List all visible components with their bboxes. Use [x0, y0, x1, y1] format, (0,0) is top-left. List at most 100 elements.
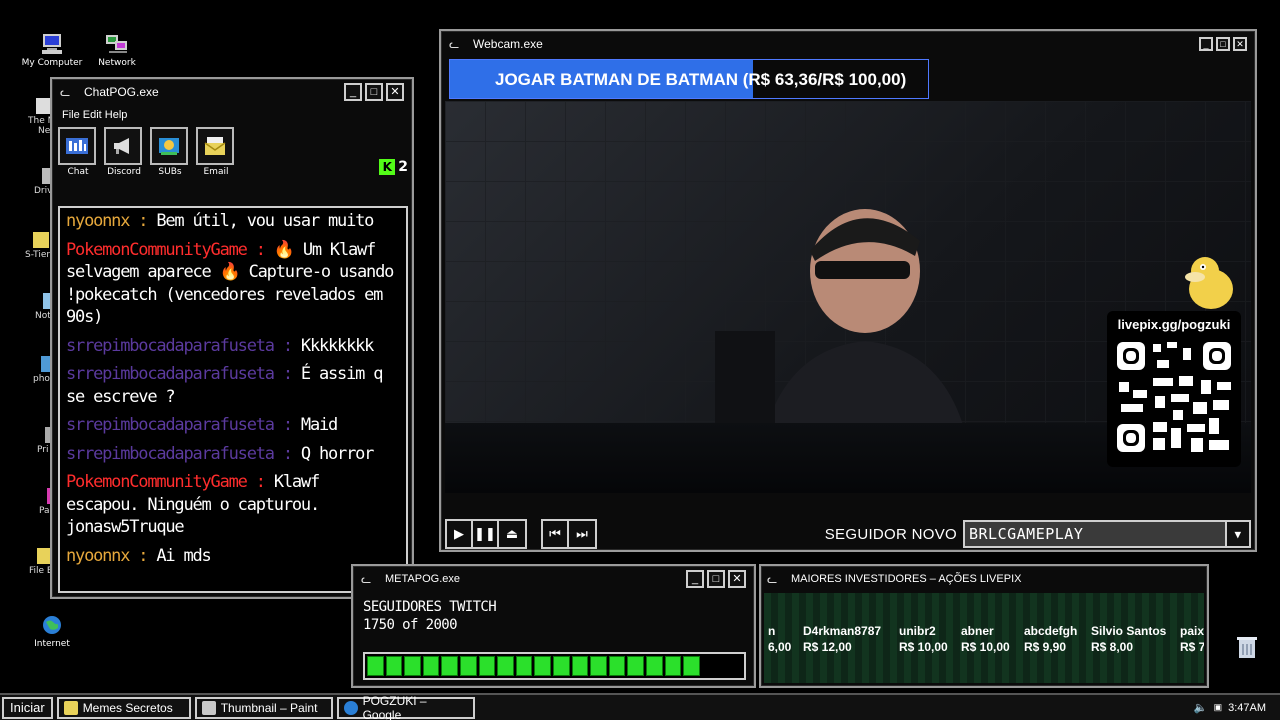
investor-entry: Silvio Santos R$ 8,00: [1091, 624, 1167, 654]
progress-segment: [683, 656, 700, 676]
desktop-icon-internet[interactable]: Internet: [17, 614, 87, 649]
chat-window[interactable]: ᓚ ChatPOG.exe _ □ ✕ File Edit Help Chat …: [50, 77, 414, 599]
chat-message: srrepimbocadaparafuseta : É assim q se e…: [66, 364, 383, 407]
minimize-button[interactable]: _: [1199, 37, 1213, 51]
new-follower-label: SEGUIDOR NOVO: [824, 525, 957, 543]
start-button[interactable]: Iniciar: [2, 696, 53, 719]
followers-goal-count: 1750 of 2000: [363, 617, 458, 633]
network-tray-icon[interactable]: ▣: [1214, 702, 1223, 713]
progress-segment: [385, 656, 403, 676]
meta-titlebar[interactable]: ᓚ METAPOG.exe _ □ ✕: [353, 566, 754, 592]
email-icon: [196, 127, 234, 165]
progress-segment: [441, 656, 458, 676]
media-controls: ▶ ❚❚ ⏏ ⏮ ⏭ SEGUIDOR NOVO BRLCGAMEPLAY ▼: [445, 518, 1251, 550]
chat-message: PokemonCommunityGame : Klawf escapou. Ni…: [66, 472, 320, 537]
discord-tool-button[interactable]: Discord: [104, 127, 144, 181]
followers-progress-bar: [363, 652, 746, 680]
chat-message: srrepimbocadaparafuseta : Q horror: [66, 443, 374, 464]
desktop-icon-label: My Computer: [21, 58, 83, 68]
maximize-button[interactable]: □: [707, 570, 725, 588]
chat-username: nyoonnx: [66, 211, 130, 231]
investor-entry: unibr2 R$ 10,00: [899, 624, 948, 654]
chat-text: Q horror: [300, 443, 374, 464]
investors-window[interactable]: ᓚ MAIORES INVESTIDORES – AÇÕES LIVEPIX n…: [759, 564, 1209, 688]
desktop-icon-label: Network: [98, 58, 136, 68]
menu-bar[interactable]: File Edit Help: [52, 105, 412, 125]
paint-icon: [201, 700, 216, 715]
maximize-button[interactable]: □: [365, 83, 383, 101]
chat-text: Bem útil, vou usar muito: [156, 211, 374, 231]
chat-message: srrepimbocadaparafuseta : Maid: [66, 415, 338, 435]
window-title: MAIORES INVESTIDORES – AÇÕES LIVEPIX: [791, 573, 1022, 585]
chat-text: Kkkkkkkk: [300, 335, 374, 356]
chat-titlebar[interactable]: ᓚ ChatPOG.exe _ □ ✕: [52, 79, 412, 105]
webcam-window[interactable]: ᓚ Webcam.exe _ □ ✕ livepix.gg/pogzuki JO…: [439, 29, 1257, 552]
progress-segment: [422, 656, 440, 676]
chat-username: srrepimbocadaparafuseta: [66, 335, 275, 356]
pause-icon: ❚❚: [474, 526, 496, 542]
chat-username: srrepimbocadaparafuseta: [66, 443, 275, 464]
investor-entry: abcdefgh R$ 9,90: [1024, 624, 1078, 654]
new-follower-select[interactable]: BRLCGAMEPLAY ▼: [963, 520, 1251, 548]
investors-titlebar[interactable]: ᓚ MAIORES INVESTIDORES – AÇÕES LIVEPIX: [761, 566, 1207, 592]
cat-logo-icon: ᓚ: [361, 572, 372, 586]
meta-window[interactable]: ᓚ METAPOG.exe _ □ ✕ SEGUIDORES TWITCH 17…: [351, 564, 756, 688]
desktop-icon-my-computer[interactable]: My Computer: [17, 33, 87, 68]
desktop-icon-network[interactable]: Network: [82, 33, 152, 68]
subs-icon: [150, 127, 188, 165]
new-follower-value: BRLCGAMEPLAY: [969, 525, 1084, 543]
chat-tool-button[interactable]: Chat: [58, 127, 98, 181]
pause-button[interactable]: ❚❚: [473, 521, 499, 547]
kick-count: 2: [398, 159, 408, 175]
taskbar-item-memes[interactable]: Memes Secretos: [56, 696, 191, 719]
kick-logo-icon: K: [379, 159, 396, 175]
chat-icon: [58, 127, 96, 165]
next-button[interactable]: ⏭: [569, 521, 595, 547]
network-icon: [105, 33, 129, 55]
investor-entry: n 6,00: [768, 624, 792, 654]
speaker-icon[interactable]: 🔈: [1194, 701, 1208, 714]
cat-logo-icon: ᓚ: [449, 37, 460, 51]
email-tool-button[interactable]: Email: [196, 127, 236, 181]
qr-code-icon: [1113, 338, 1235, 456]
megaphone-icon: [104, 127, 142, 165]
taskbar-item-paint[interactable]: Thumbnail – Paint: [194, 696, 333, 719]
play-button[interactable]: ▶: [447, 521, 473, 547]
recycle-bin-icon[interactable]: [1236, 634, 1258, 660]
donation-goal-bar: JOGAR BATMAN DE BATMAN (R$ 63,36/R$ 100,…: [449, 59, 929, 99]
progress-segment: [552, 656, 570, 676]
play-icon: ▶: [454, 526, 464, 542]
progress-segment: [645, 656, 663, 676]
investor-entry: D4rkman8787 R$ 12,00: [803, 624, 882, 654]
skip-back-icon: ⏮: [549, 526, 561, 542]
followers-goal-label: SEGUIDORES TWITCH: [363, 599, 497, 615]
livepix-qr-panel[interactable]: livepix.gg/pogzuki: [1107, 311, 1241, 467]
maximize-button[interactable]: □: [1216, 37, 1230, 51]
minimize-button[interactable]: _: [344, 83, 362, 101]
progress-segment: [608, 656, 626, 676]
webcam-titlebar[interactable]: ᓚ Webcam.exe _ □ ✕: [441, 31, 1255, 57]
chat-username: srrepimbocadaparafuseta: [66, 364, 275, 384]
close-button[interactable]: ✕: [1233, 37, 1247, 51]
skip-forward-icon: ⏭: [576, 526, 588, 542]
subs-tool-button[interactable]: SUBs: [150, 127, 190, 181]
chat-message: srrepimbocadaparafuseta : Kkkkkkkk: [66, 335, 374, 356]
eject-button[interactable]: ⏏: [499, 521, 525, 547]
chat-username: PokemonCommunityGame: [66, 239, 248, 260]
kick-badge: K 2: [379, 159, 408, 175]
goal-text: JOGAR BATMAN DE BATMAN (R$ 63,36/R$ 100,…: [495, 70, 907, 89]
close-button[interactable]: ✕: [386, 83, 404, 101]
minimize-button[interactable]: _: [686, 570, 704, 588]
chevron-down-icon[interactable]: ▼: [1225, 522, 1249, 546]
investors-ticker: n 6,00 D4rkman8787 R$ 12,00 unibr2 R$ 10,00…: [764, 593, 1204, 683]
chat-username: PokemonCommunityGame: [66, 472, 248, 492]
chat-username: srrepimbocadaparafuseta: [66, 415, 275, 435]
desktop-icon-partial[interactable]: S-Tier: [25, 232, 50, 260]
chat-username: nyoonnx: [66, 545, 130, 566]
taskbar-item-google[interactable]: POGZUKI – Google: [336, 694, 475, 720]
chat-message: PokemonCommunityGame : 🔥 Um Klawf selvag…: [66, 239, 394, 328]
chat-toolbar: Chat Discord SUBs Email K 2: [52, 125, 412, 183]
close-button[interactable]: ✕: [728, 570, 746, 588]
chat-log[interactable]: nyoonnx : Bem útil, vou usar muito Pokem…: [58, 206, 408, 593]
previous-button[interactable]: ⏮: [543, 521, 569, 547]
